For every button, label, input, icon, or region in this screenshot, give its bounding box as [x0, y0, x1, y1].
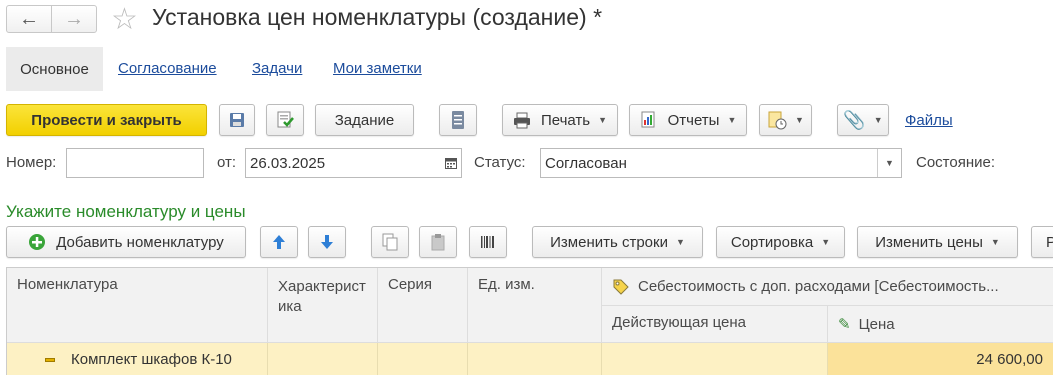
arrow-right-icon: →: [64, 7, 84, 30]
chevron-down-icon[interactable]: ▼: [877, 149, 901, 177]
col-header-series-label: Серия: [388, 276, 433, 293]
change-rows-label: Изменить строки: [550, 233, 668, 251]
arrow-up-icon: [273, 235, 285, 249]
barcode-button[interactable]: [469, 226, 507, 258]
col-header-characteristic-label: Характеристика: [278, 278, 366, 315]
paste-button[interactable]: [419, 226, 457, 258]
date-value: 26.03.2025: [250, 154, 326, 172]
col-header-nomenclature-label: Номенклатура: [17, 276, 118, 293]
status-select[interactable]: Согласован ▼: [540, 148, 902, 178]
chevron-down-icon: ▼: [990, 237, 1000, 247]
page-title: Установка цен номенклатуры (создание) *: [152, 4, 603, 30]
print-button[interactable]: Печать ▼: [502, 104, 618, 136]
post-and-close-label: Провести и закрыть: [31, 111, 182, 129]
save-button[interactable]: [219, 104, 255, 136]
col-header-price-label: Цена: [858, 315, 895, 333]
col-header-current-price[interactable]: Действующая цена: [602, 306, 828, 343]
post-document-icon: [277, 111, 294, 128]
change-rows-button[interactable]: Изменить строки ▼: [532, 226, 703, 258]
col-header-current-price-label: Действующая цена: [612, 314, 747, 331]
cell-price-value: 24 600,00: [976, 351, 1043, 368]
sort-button[interactable]: Сортировка ▼: [716, 226, 845, 258]
copy-icon: [382, 233, 398, 251]
chevron-down-icon: ▼: [821, 237, 831, 247]
add-nomenclature-label: Добавить номенклатуру: [56, 233, 224, 251]
add-nomenclature-button[interactable]: Добавить номенклатуру: [6, 226, 246, 258]
price-tag-icon: [613, 279, 629, 295]
item-icon: [45, 357, 55, 362]
chevron-down-icon: ▼: [675, 237, 685, 247]
attachments-button[interactable]: 📎 ▼: [837, 104, 889, 136]
move-up-button[interactable]: [260, 226, 298, 258]
col-header-series[interactable]: Серия: [378, 268, 468, 343]
col-header-cost-group-label: Себестоимость с доп. расходами [Себестои…: [638, 278, 999, 295]
related-documents-button[interactable]: ▼: [759, 104, 812, 136]
back-button[interactable]: ←: [6, 5, 52, 33]
calendar-icon[interactable]: [445, 157, 457, 169]
task-button[interactable]: Задание: [315, 104, 414, 136]
list-icon: [452, 111, 464, 129]
chevron-down-icon: ▼: [598, 115, 608, 125]
col-header-cost-group[interactable]: Себестоимость с доп. расходами [Себестои…: [602, 268, 1053, 306]
tab-tasks[interactable]: Задачи: [252, 60, 302, 77]
printer-icon: [513, 112, 530, 129]
favorite-star-icon[interactable]: ☆: [111, 2, 138, 37]
tab-my-notes[interactable]: Мои заметки: [333, 60, 422, 77]
task-label: Задание: [334, 111, 395, 129]
tab-main-label: Основное: [20, 60, 89, 78]
cell-unit[interactable]: [468, 343, 602, 375]
print-label: Печать: [540, 111, 591, 129]
status-value: Согласован: [545, 154, 627, 172]
move-down-button[interactable]: [308, 226, 346, 258]
reports-icon: [641, 111, 655, 128]
chevron-down-icon: ▼: [795, 115, 804, 125]
cell-current-price[interactable]: [602, 343, 828, 375]
state-label: Состояние:: [916, 154, 996, 171]
document-structure-button[interactable]: [439, 104, 477, 136]
copy-button[interactable]: [371, 226, 409, 258]
sort-label: Сортировка: [730, 233, 814, 251]
files-link[interactable]: Файлы: [905, 112, 953, 129]
cell-nomenclature: Комплект шкафов К-10: [71, 351, 232, 368]
table-row[interactable]: Комплект шкафов К-10: [7, 343, 268, 375]
floppy-disk-icon: [230, 113, 244, 127]
chevron-down-icon: ▼: [727, 115, 737, 125]
col-header-characteristic[interactable]: Характеристика: [268, 268, 378, 343]
cell-price[interactable]: 24 600,00: [828, 343, 1053, 375]
forward-button[interactable]: →: [51, 5, 97, 33]
status-label: Статус:: [474, 154, 526, 171]
date-label: от:: [217, 154, 237, 171]
tab-main[interactable]: Основное: [6, 47, 103, 91]
table: Номенклатура Характеристика Серия Ед. из…: [6, 267, 1053, 375]
paste-icon: [431, 234, 445, 251]
col-header-price[interactable]: ✎ Цена: [828, 306, 1053, 343]
chevron-down-icon: ▼: [873, 115, 883, 125]
change-prices-label: Изменить цены: [875, 233, 983, 251]
document-clock-icon: [768, 111, 787, 130]
date-field[interactable]: 26.03.2025: [245, 148, 462, 178]
paperclip-icon: 📎: [843, 109, 866, 130]
tab-approval[interactable]: Согласование: [118, 60, 217, 77]
barcode-icon: [481, 236, 494, 248]
number-field[interactable]: [66, 148, 204, 178]
section-title: Укажите номенклатуру и цены: [6, 202, 246, 221]
post-and-close-button[interactable]: Провести и закрыть: [6, 104, 207, 136]
arrow-left-icon: ←: [19, 7, 39, 30]
cell-characteristic[interactable]: [268, 343, 378, 375]
more-button[interactable]: Р: [1031, 226, 1053, 258]
reports-button[interactable]: Отчеты ▼: [629, 104, 747, 136]
change-prices-button[interactable]: Изменить цены ▼: [857, 226, 1018, 258]
pencil-icon: ✎: [838, 316, 851, 333]
col-header-unit-label: Ед. изм.: [478, 276, 535, 293]
arrow-down-icon: [321, 235, 333, 249]
reports-label: Отчеты: [667, 111, 720, 129]
col-header-unit[interactable]: Ед. изм.: [468, 268, 602, 343]
more-label: Р: [1046, 233, 1053, 251]
post-button[interactable]: [266, 104, 304, 136]
col-header-nomenclature[interactable]: Номенклатура: [7, 268, 268, 343]
number-label: Номер:: [6, 154, 57, 171]
cell-series[interactable]: [378, 343, 468, 375]
plus-circle-icon: [29, 234, 46, 250]
